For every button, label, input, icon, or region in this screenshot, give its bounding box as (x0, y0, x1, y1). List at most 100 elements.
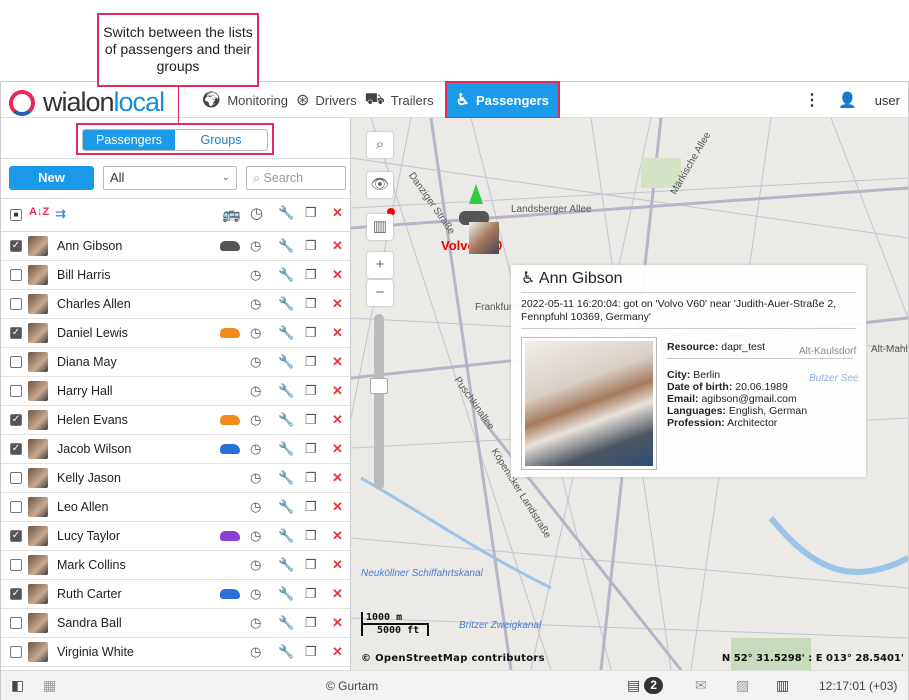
row-checkbox[interactable] (10, 385, 22, 397)
zoom-slider-handle[interactable] (370, 378, 388, 394)
wrench-icon[interactable]: 🔧 (278, 586, 294, 602)
passenger-name[interactable]: Lucy Taylor (57, 529, 120, 543)
wrench-icon[interactable]: 🔧 (278, 499, 294, 515)
clock-icon[interactable]: ◷ (250, 325, 261, 341)
notifications-button[interactable]: ▤ 2 (627, 677, 663, 694)
filter-select[interactable]: All ⌄ (103, 166, 237, 190)
grid-icon[interactable]: ▦ (43, 677, 56, 694)
passenger-name[interactable]: Helen Evans (57, 413, 128, 427)
passenger-row[interactable]: Sandra Ball ◷ 🔧 ❐ ✕ (1, 609, 350, 638)
row-checkbox[interactable]: ✓ (10, 240, 22, 252)
wrench-icon[interactable]: 🔧 (278, 267, 294, 283)
delete-icon[interactable]: ✕ (332, 354, 343, 370)
copy-icon[interactable]: ❐ (305, 354, 317, 370)
tab-passengers[interactable]: Passengers (83, 130, 175, 150)
row-checkbox[interactable] (10, 356, 22, 368)
wrench-icon[interactable]: 🔧 (278, 615, 294, 631)
passenger-row[interactable]: ✓ Ann Gibson ◷ 🔧 ❐ ✕ (1, 232, 350, 261)
passenger-name[interactable]: Charles Allen (57, 297, 131, 311)
copy-icon[interactable]: ❐ (305, 557, 317, 573)
copy-icon[interactable]: ❐ (305, 296, 317, 312)
clock-icon[interactable]: ◷ (250, 615, 261, 631)
passenger-name[interactable]: Harry Hall (57, 384, 113, 398)
copy-icon[interactable]: ❐ (305, 499, 317, 515)
map-layers-button[interactable]: ▥ (367, 214, 393, 240)
delete-icon[interactable]: ✕ (332, 499, 343, 515)
wrench-icon[interactable]: 🔧 (278, 557, 294, 573)
delete-icon[interactable]: ✕ (332, 470, 343, 486)
nav-monitoring[interactable]: 🌍︎ Monitoring (201, 82, 296, 118)
delete-icon[interactable]: ✕ (332, 441, 343, 457)
copy-icon[interactable]: ❐ (305, 325, 317, 341)
clock-icon[interactable]: ◷ (250, 586, 261, 602)
passenger-name[interactable]: Ann Gibson (57, 239, 122, 253)
row-checkbox[interactable]: ✓ (10, 414, 22, 426)
clock-icon[interactable]: ◷ (250, 557, 261, 573)
passenger-marker-photo[interactable] (469, 222, 499, 254)
delete-icon[interactable]: ✕ (332, 238, 343, 254)
copy-icon[interactable]: ❐ (305, 441, 317, 457)
clock-icon[interactable]: ◷ (250, 412, 261, 428)
row-checkbox[interactable]: ✓ (10, 443, 22, 455)
passenger-row[interactable]: Virginia White ◷ 🔧 ❐ ✕ (1, 638, 350, 667)
copy-icon[interactable]: ❐ (305, 470, 317, 486)
wrench-icon[interactable]: 🔧 (278, 441, 294, 457)
clock-icon[interactable]: ◷ (250, 296, 261, 312)
copy-icon[interactable]: ❐ (305, 238, 317, 254)
passenger-name[interactable]: Jacob Wilson (57, 442, 131, 456)
clock-icon[interactable]: ◷ (250, 238, 261, 254)
nav-drivers[interactable]: ⊛ Drivers (296, 82, 365, 118)
clock-icon[interactable]: ◷ (250, 383, 261, 399)
copy-icon[interactable]: ❐ (305, 644, 317, 660)
wrench-icon[interactable]: 🔧 (278, 354, 294, 370)
row-checkbox[interactable] (10, 501, 22, 513)
row-checkbox[interactable]: ✓ (10, 327, 22, 339)
passenger-name[interactable]: Mark Collins (57, 558, 126, 572)
copy-icon[interactable]: ❐ (305, 267, 317, 283)
row-checkbox[interactable]: ✓ (10, 530, 22, 542)
zoom-in-button[interactable]: + (367, 252, 393, 278)
passenger-name[interactable]: Sandra Ball (57, 616, 122, 630)
passenger-row[interactable]: ✓ Daniel Lewis ◷ 🔧 ❐ ✕ (1, 319, 350, 348)
passenger-name[interactable]: Bill Harris (57, 268, 110, 282)
clock-icon[interactable]: ◷ (250, 528, 261, 544)
copy-icon[interactable]: ❐ (305, 383, 317, 399)
clock-icon[interactable]: ◷ (250, 441, 261, 457)
nav-passengers[interactable]: ♿︎ Passengers (444, 81, 560, 119)
row-checkbox[interactable] (10, 269, 22, 281)
row-checkbox[interactable] (10, 617, 22, 629)
passenger-row[interactable]: Harry Hall ◷ 🔧 ❐ ✕ (1, 377, 350, 406)
wrench-icon[interactable]: 🔧 (278, 412, 294, 428)
passenger-row[interactable]: ✓ Lucy Taylor ◷ 🔧 ❐ ✕ (1, 522, 350, 551)
passenger-row[interactable]: Diana May ◷ 🔧 ❐ ✕ (1, 348, 350, 377)
clock-icon[interactable]: ◷ (250, 499, 261, 515)
passenger-row[interactable]: Bill Harris ◷ 🔧 ❐ ✕ (1, 261, 350, 290)
delete-icon[interactable]: ✕ (332, 586, 343, 602)
row-checkbox[interactable] (10, 298, 22, 310)
passenger-row[interactable]: Charles Allen ◷ 🔧 ❐ ✕ (1, 290, 350, 319)
zoom-slider[interactable] (374, 314, 384, 490)
passenger-name[interactable]: Daniel Lewis (57, 326, 128, 340)
panel-toggle-icon[interactable]: ◧ (11, 677, 24, 694)
passenger-name[interactable]: Kelly Jason (57, 471, 121, 485)
bus-icon[interactable]: 🚌 (222, 205, 241, 223)
map-search-button[interactable]: ⌕ (367, 132, 393, 158)
delete-icon[interactable]: ✕ (332, 615, 343, 631)
search-input[interactable]: ⌕ Search (246, 166, 346, 190)
new-button[interactable]: New (9, 166, 94, 190)
row-checkbox[interactable] (10, 472, 22, 484)
user-name[interactable]: user (875, 93, 900, 108)
copy-icon[interactable]: ❐ (305, 412, 317, 428)
eye-icon[interactable]: 👁 (367, 172, 393, 198)
passenger-row[interactable]: ✓ Ruth Carter ◷ 🔧 ❐ ✕ (1, 580, 350, 609)
passenger-row[interactable]: ✓ Helen Evans ◷ 🔧 ❐ ✕ (1, 406, 350, 435)
delete-icon[interactable]: ✕ (332, 528, 343, 544)
copy-icon[interactable]: ❐ (305, 205, 317, 221)
group-toggle-icon[interactable]: ⇉ (55, 206, 66, 222)
delete-icon[interactable]: ✕ (332, 412, 343, 428)
row-checkbox[interactable]: ✓ (10, 588, 22, 600)
delete-icon[interactable]: ✕ (332, 644, 343, 660)
clock-icon[interactable]: ◷ (250, 354, 261, 370)
zoom-out-button[interactable]: − (367, 280, 393, 306)
wrench-icon[interactable]: 🔧 (278, 470, 294, 486)
